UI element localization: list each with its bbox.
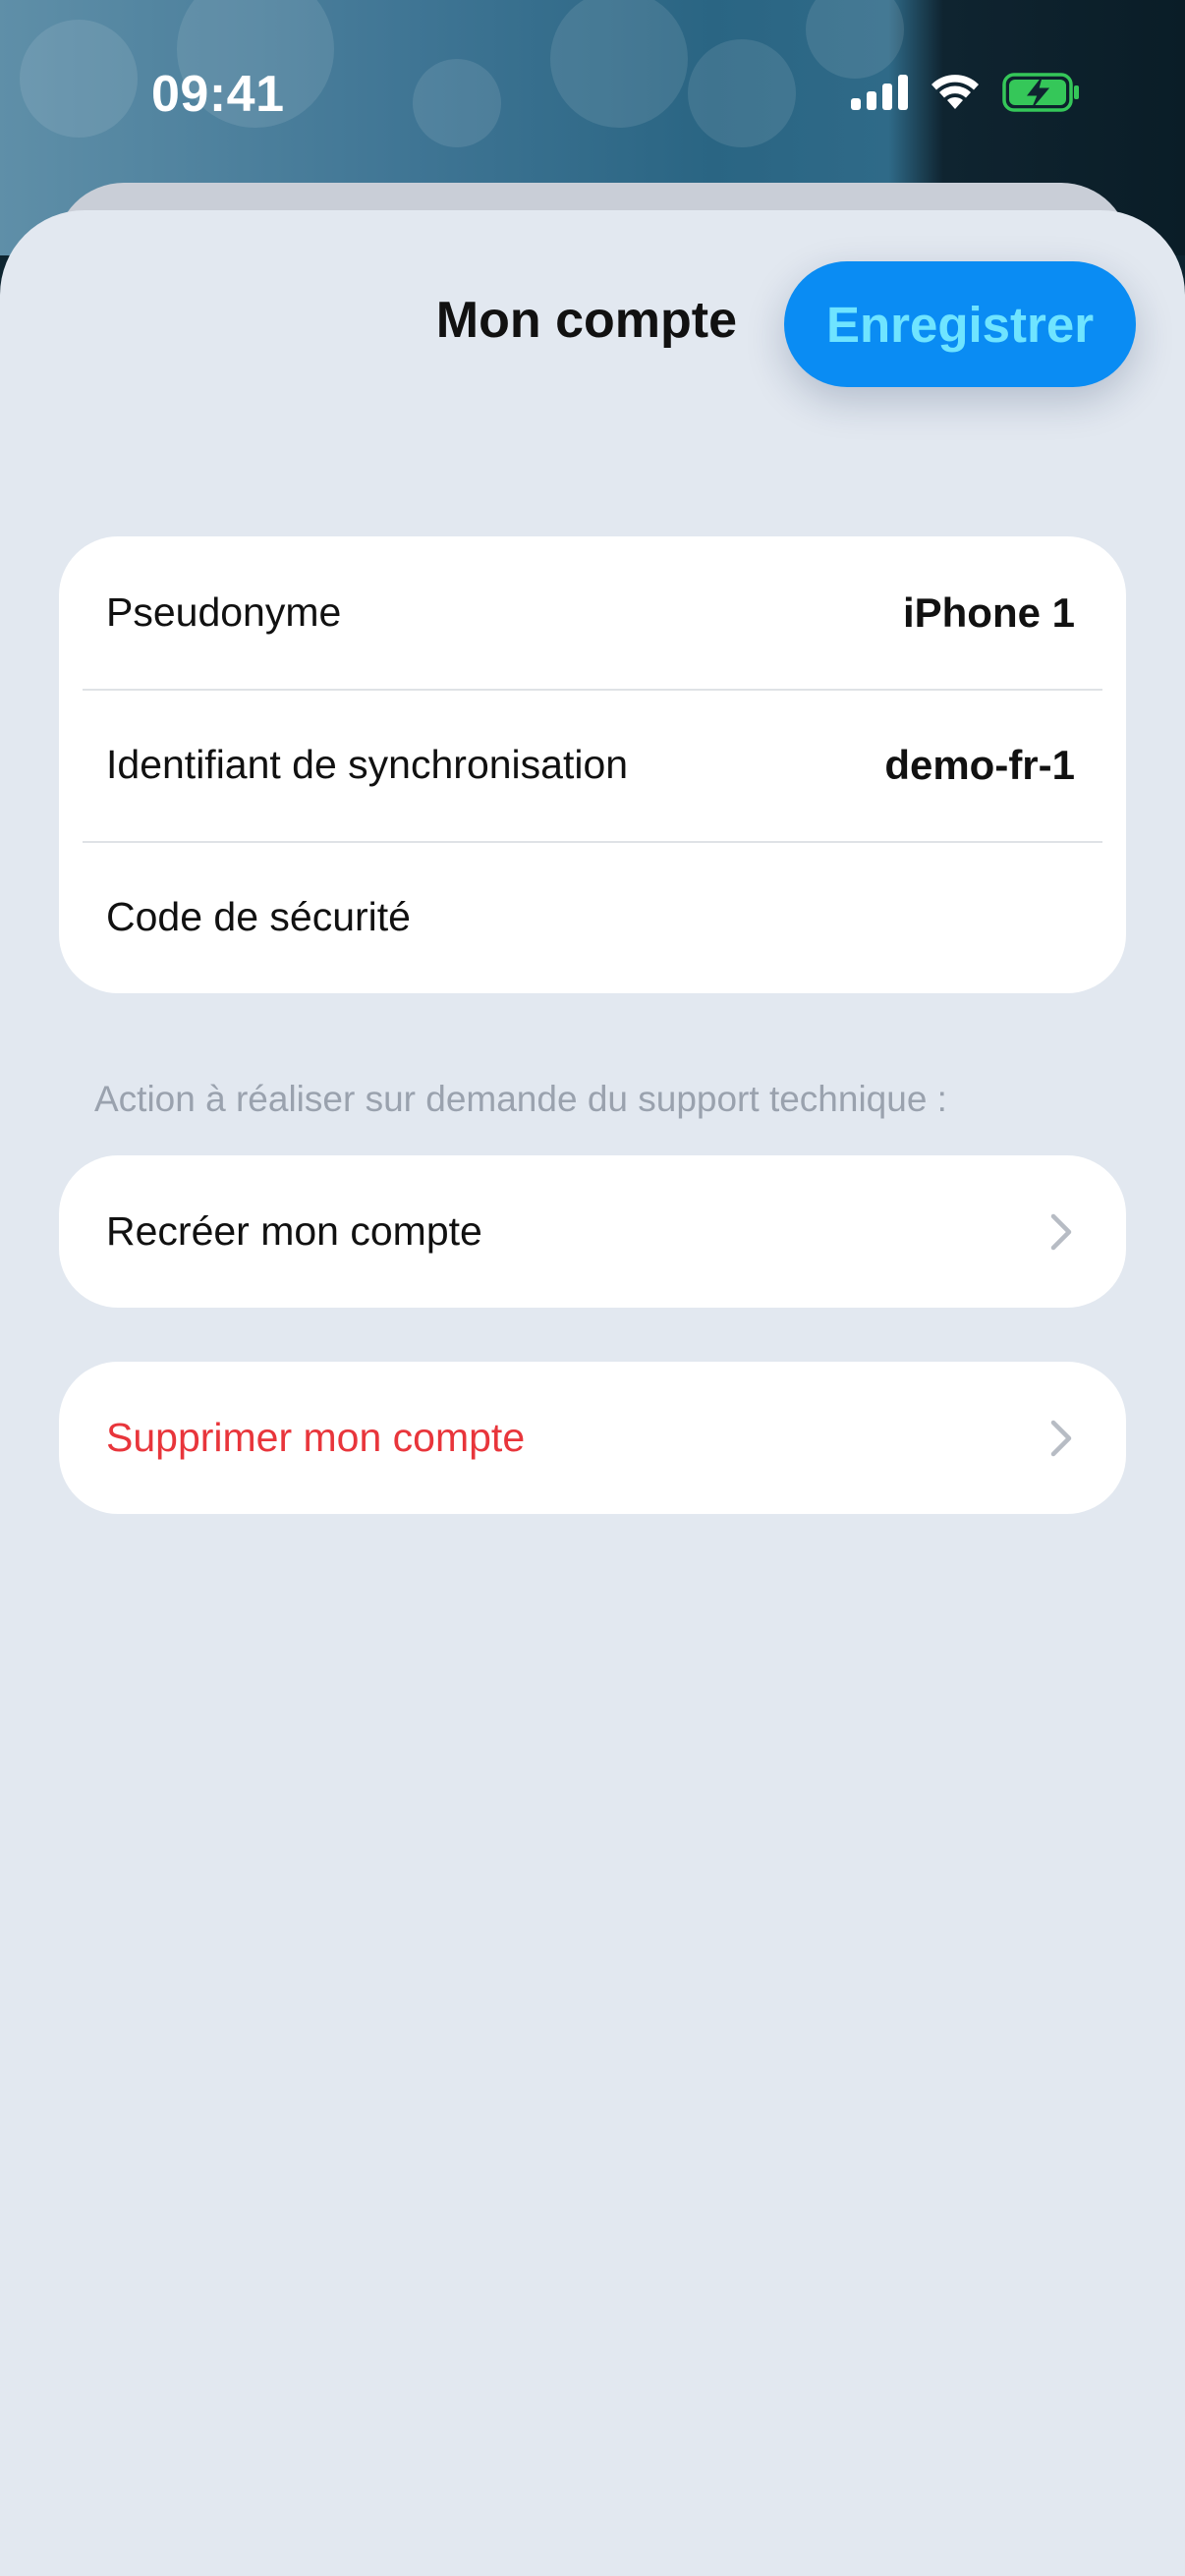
delete-account-button[interactable]: Supprimer mon compte <box>59 1362 1126 1514</box>
delete-account-card: Supprimer mon compte <box>59 1362 1126 1514</box>
account-sheet: Mon compte Enregistrer Pseudonyme iPhone… <box>0 210 1185 2576</box>
sheet-header: Mon compte Enregistrer <box>0 210 1185 407</box>
nickname-label: Pseudonyme <box>106 589 342 635</box>
account-info-card: Pseudonyme iPhone 1 Identifiant de synch… <box>59 536 1126 993</box>
nickname-value: iPhone 1 <box>902 588 1075 636</box>
sync-id-value: demo-fr-1 <box>884 741 1075 788</box>
cellular-signal-icon <box>851 75 908 110</box>
recreate-account-label: Recréer mon compte <box>106 1208 482 1254</box>
sync-id-label: Identifiant de synchronisation <box>106 742 629 787</box>
delete-account-label: Supprimer mon compte <box>106 1415 526 1460</box>
recreate-account-button[interactable]: Recréer mon compte <box>59 1155 1126 1308</box>
security-code-row[interactable]: Code de sécurité <box>59 841 1126 993</box>
support-note: Action à réaliser sur demande du support… <box>94 1079 947 1119</box>
battery-charging-icon <box>1002 73 1079 112</box>
recreate-account-card: Recréer mon compte <box>59 1155 1126 1308</box>
chevron-right-icon <box>1050 1420 1072 1456</box>
wifi-icon <box>931 75 979 109</box>
security-code-label: Code de sécurité <box>106 894 411 939</box>
chevron-right-icon <box>1050 1213 1072 1250</box>
status-icons <box>851 73 1081 112</box>
nickname-row[interactable]: Pseudonyme iPhone 1 <box>59 536 1126 689</box>
status-bar: 09:41 <box>0 0 1185 187</box>
sync-id-row[interactable]: Identifiant de synchronisation demo-fr-1 <box>59 689 1126 841</box>
page-title: Mon compte <box>435 292 737 349</box>
save-button[interactable]: Enregistrer <box>784 261 1136 387</box>
status-time: 09:41 <box>151 66 285 123</box>
